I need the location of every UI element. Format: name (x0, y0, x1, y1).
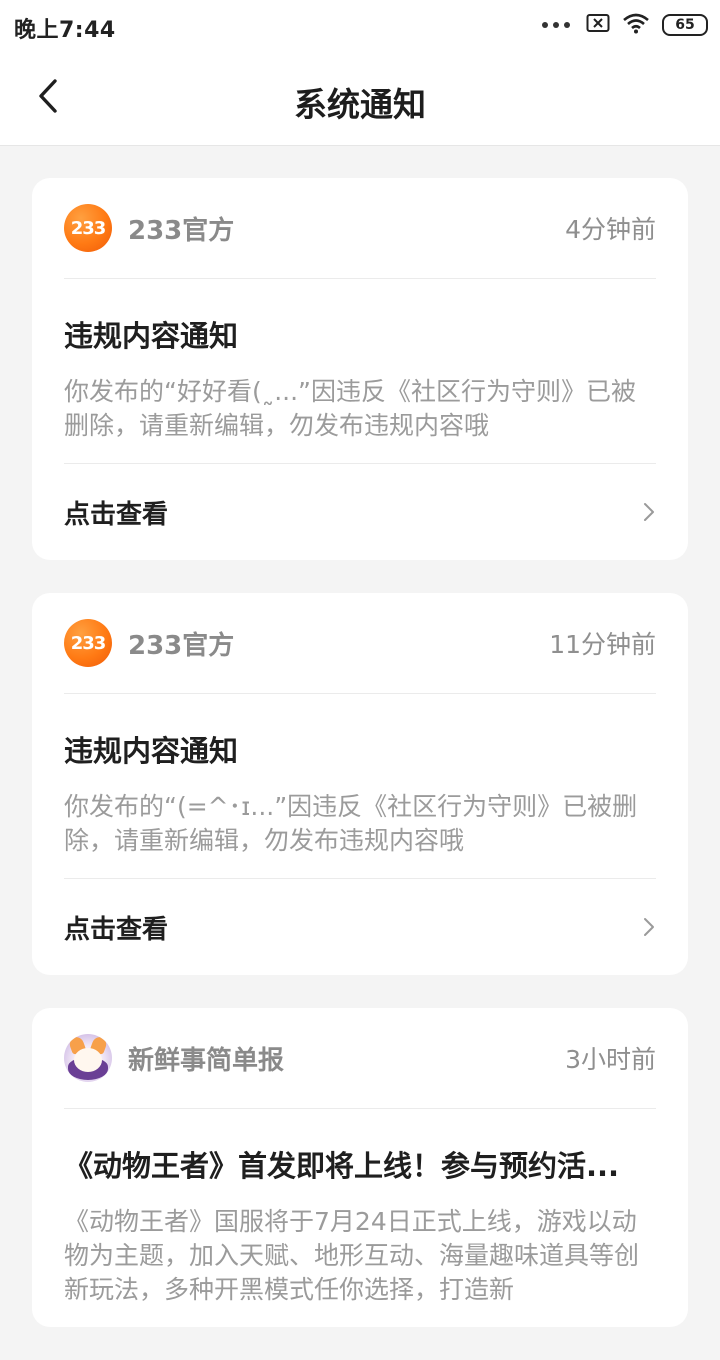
notification-title: 《动物王者》首发即将上线！参与预约活... (64, 1149, 620, 1183)
timestamp: 11分钟前 (549, 630, 656, 659)
view-details-label: 点击查看 (64, 499, 169, 530)
view-details-link[interactable]: 点击查看 (64, 879, 656, 975)
sim-off-icon (586, 13, 610, 37)
page-title: 系统通知 (294, 85, 426, 124)
card-header: 233 233官方 4分钟前 (64, 178, 656, 279)
sender-name: 233官方 (128, 215, 235, 246)
chevron-right-icon (642, 503, 656, 521)
notification-card[interactable]: 新鲜事简单报 3小时前 《动物王者》首发即将上线！参与预约活... 《动物王者》… (32, 1008, 688, 1327)
view-details-label: 点击查看 (64, 914, 169, 945)
chevron-right-icon (642, 918, 656, 936)
notification-body: 《动物王者》国服将于7月24日正式上线，游戏以动物为主题，加入天赋、地形互动、海… (64, 1207, 640, 1304)
notification-title: 违规内容通知 (64, 319, 239, 353)
notification-body: 你发布的“(=^･ɪ...”因违反《社区行为守则》已被删除，请重新编辑，勿发布违… (64, 790, 656, 879)
sender-name: 233官方 (128, 630, 235, 661)
notification-card[interactable]: 233 233官方 4分钟前 违规内容通知 你发布的“好好看(˷...”因违反《… (32, 178, 688, 560)
status-bar: 晚上7:44 65 (0, 0, 720, 52)
timestamp: 4分钟前 (565, 215, 656, 244)
sender-avatar: 233 (64, 619, 112, 667)
status-icons: 65 (542, 13, 708, 37)
sender-avatar: 233 (64, 204, 112, 252)
sender-avatar (64, 1034, 112, 1082)
notification-card[interactable]: 233 233官方 11分钟前 违规内容通知 你发布的“(=^･ɪ...”因违反… (32, 593, 688, 975)
sender-name: 新鲜事简单报 (128, 1045, 285, 1076)
top-nav-bar: 系统通知 (0, 52, 720, 146)
notification-body: 你发布的“好好看(˷...”因违反《社区行为守则》已被删除，请重新编辑，勿发布违… (64, 375, 656, 464)
notification-title: 违规内容通知 (64, 734, 239, 768)
card-header: 233 233官方 11分钟前 (64, 593, 656, 694)
notification-list: 233 233官方 4分钟前 违规内容通知 你发布的“好好看(˷...”因违反《… (32, 178, 688, 1360)
status-time: 晚上7:44 (14, 18, 116, 43)
wifi-icon (622, 12, 650, 38)
card-header: 新鲜事简单报 3小时前 (64, 1008, 656, 1109)
timestamp: 3小时前 (565, 1045, 656, 1074)
view-details-link[interactable]: 点击查看 (64, 464, 656, 560)
more-dots-icon (542, 22, 570, 28)
battery-indicator: 65 (662, 14, 708, 36)
